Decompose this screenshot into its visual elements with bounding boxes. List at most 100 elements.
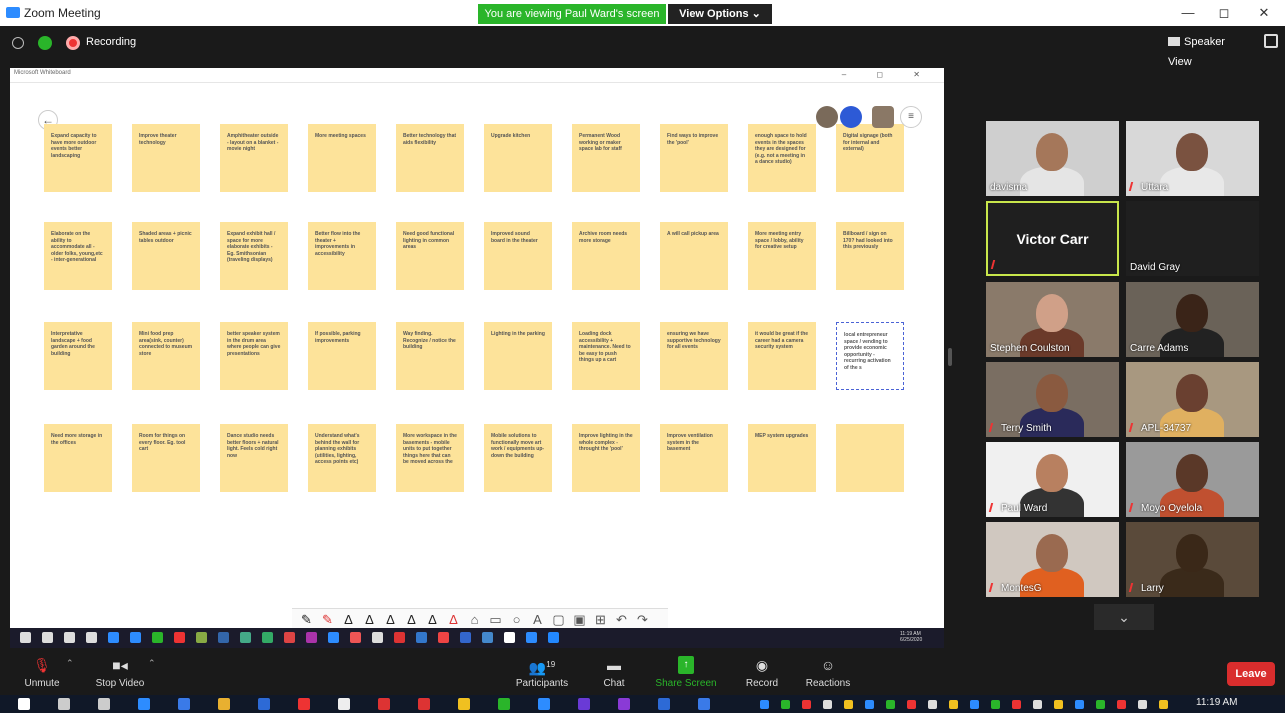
sticky-note[interactable]: Need more storage in the offices [44, 424, 112, 492]
system-tray-icon[interactable] [886, 700, 895, 709]
taskbar-app-icon[interactable] [578, 698, 590, 710]
stop-video-button[interactable]: ■◂ Stop Video [88, 648, 152, 695]
restore-button[interactable]: ◻ [1212, 4, 1236, 22]
taskbar-app-icon[interactable] [284, 632, 295, 643]
taskbar-app-icon[interactable] [262, 632, 273, 643]
speaker-view-button[interactable]: Speaker View [1168, 32, 1250, 68]
participant-tile[interactable]: Victor Carr [986, 201, 1119, 276]
system-tray-icon[interactable] [781, 700, 790, 709]
sticky-note[interactable]: Billboard / sign on 170? had looked into… [836, 222, 904, 290]
sticky-note[interactable]: Room for things on every floor. Eg. tool… [132, 424, 200, 492]
pen-tool-icon[interactable]: ○ [510, 612, 523, 627]
taskbar-app-icon[interactable] [372, 632, 383, 643]
participant-tile[interactable]: Stephen Coulston [986, 282, 1119, 357]
audio-options-chevron-icon[interactable]: ⌃ [66, 658, 74, 669]
taskbar-app-icon[interactable] [482, 632, 493, 643]
pen-tool-icon[interactable]: ✎ [300, 612, 313, 627]
taskbar-app-icon[interactable] [20, 632, 31, 643]
sticky-note[interactable]: Find ways to improve the 'pool' [660, 124, 728, 192]
sticky-note[interactable]: Improve ventilation system in the baseme… [660, 424, 728, 492]
sticky-note[interactable]: local entrepreneur space / vending to pr… [836, 322, 904, 390]
share-screen-button[interactable]: ↑ Share Screen [654, 648, 718, 695]
pen-tool-icon[interactable]: ∆ [342, 612, 355, 627]
sticky-note[interactable]: Upgrade kitchen [484, 124, 552, 192]
participant-tile[interactable]: Moyo Oyelola [1126, 442, 1259, 517]
chat-button[interactable]: ▬ Chat [594, 648, 634, 695]
sticky-note[interactable]: Way finding. Recognize / notice the buil… [396, 322, 464, 390]
minimize-button[interactable]: — [1176, 4, 1200, 22]
pen-tool-icon[interactable]: ⊞ [594, 612, 607, 627]
sticky-note[interactable]: More meeting spaces [308, 124, 376, 192]
pen-tool-icon[interactable]: ⌂ [468, 612, 481, 627]
sticky-note[interactable]: MEP system upgrades [748, 424, 816, 492]
sticky-note[interactable]: Improve theater technology [132, 124, 200, 192]
pen-tool-icon[interactable]: ▢ [552, 612, 565, 627]
reactions-button[interactable]: ☺ Reactions [800, 648, 856, 695]
fullscreen-icon[interactable] [1264, 34, 1278, 48]
close-button[interactable]: ✕ [1252, 4, 1276, 22]
sticky-note[interactable]: More workspace in the basements - mobile… [396, 424, 464, 492]
sticky-note[interactable]: Elaborate on the ability to accommodate … [44, 222, 112, 290]
sticky-note[interactable]: ensuring we have supportive technology f… [660, 322, 728, 390]
taskbar-app-icon[interactable] [350, 632, 361, 643]
sticky-note[interactable] [836, 424, 904, 492]
taskbar-app-icon[interactable] [328, 632, 339, 643]
pen-tool-icon[interactable]: ▭ [489, 612, 502, 627]
unmute-button[interactable]: 🎙 Unmute [18, 648, 66, 695]
sticky-note[interactable]: Archive room needs more storage [572, 222, 640, 290]
taskbar-app-icon[interactable] [418, 698, 430, 710]
resize-handle[interactable] [948, 348, 952, 366]
taskbar-app-icon[interactable] [548, 632, 559, 643]
taskbar-app-icon[interactable] [42, 632, 53, 643]
sticky-note[interactable]: Interpretative landscape + food garden a… [44, 322, 112, 390]
sticky-note[interactable]: enough space to hold events in the space… [748, 124, 816, 192]
video-options-chevron-icon[interactable]: ⌃ [148, 658, 156, 669]
pen-tool-icon[interactable]: A [531, 612, 544, 627]
taskbar-app-icon[interactable] [306, 632, 317, 643]
pen-tool-icon[interactable]: ↶ [615, 612, 628, 627]
taskbar-app-icon[interactable] [130, 632, 141, 643]
taskbar-app-icon[interactable] [338, 698, 350, 710]
participants-button[interactable]: 👥19 Participants [510, 648, 574, 695]
system-tray-icon[interactable] [844, 700, 853, 709]
security-shield-icon[interactable] [38, 36, 52, 50]
system-tray-icon[interactable] [949, 700, 958, 709]
sticky-note[interactable]: Lighting in the parking [484, 322, 552, 390]
taskbar-app-icon[interactable] [64, 632, 75, 643]
taskbar-app-icon[interactable] [178, 698, 190, 710]
taskbar-app-icon[interactable] [218, 632, 229, 643]
participant-tile[interactable]: Uttara [1126, 121, 1259, 196]
info-icon[interactable] [12, 37, 24, 49]
system-tray-icon[interactable] [760, 700, 769, 709]
taskbar-app-icon[interactable] [218, 698, 230, 710]
taskbar-app-icon[interactable] [378, 698, 390, 710]
pen-tool-icon[interactable]: ∆ [447, 612, 460, 627]
system-tray-icon[interactable] [1054, 700, 1063, 709]
participant-tile[interactable]: Terry Smith [986, 362, 1119, 437]
system-tray-icon[interactable] [1033, 700, 1042, 709]
sticky-note[interactable]: Loading dock accessibility + maintenance… [572, 322, 640, 390]
menu-icon[interactable]: ≡ [900, 106, 922, 128]
system-tray-icon[interactable] [865, 700, 874, 709]
taskbar-app-icon[interactable] [138, 698, 150, 710]
system-tray-icon[interactable] [1138, 700, 1147, 709]
taskbar-app-icon[interactable] [240, 632, 251, 643]
system-tray-icon[interactable] [928, 700, 937, 709]
pen-tool-icon[interactable]: ✎ [321, 612, 334, 627]
taskbar-app-icon[interactable] [658, 698, 670, 710]
sticky-note[interactable]: More meeting entry space / lobby, abilit… [748, 222, 816, 290]
taskbar-app-icon[interactable] [18, 698, 30, 710]
taskbar-app-icon[interactable] [108, 632, 119, 643]
sticky-note[interactable]: Expand capacity to have more outdoor eve… [44, 124, 112, 192]
taskbar-app-icon[interactable] [498, 698, 510, 710]
participant-tile[interactable]: David Gray [1126, 201, 1259, 276]
participant-tile[interactable]: APL-34737 [1126, 362, 1259, 437]
taskbar-app-icon[interactable] [460, 632, 471, 643]
sticky-note[interactable]: it would be great if the career had a ca… [748, 322, 816, 390]
record-button[interactable]: ◉ Record [740, 648, 784, 695]
participant-tile[interactable]: Carre Adams [1126, 282, 1259, 357]
system-tray-icon[interactable] [970, 700, 979, 709]
system-tray-icon[interactable] [1117, 700, 1126, 709]
sticky-note[interactable]: Need good functional lighting in common … [396, 222, 464, 290]
sticky-notes-canvas[interactable]: Expand capacity to have more outdoor eve… [10, 68, 944, 608]
